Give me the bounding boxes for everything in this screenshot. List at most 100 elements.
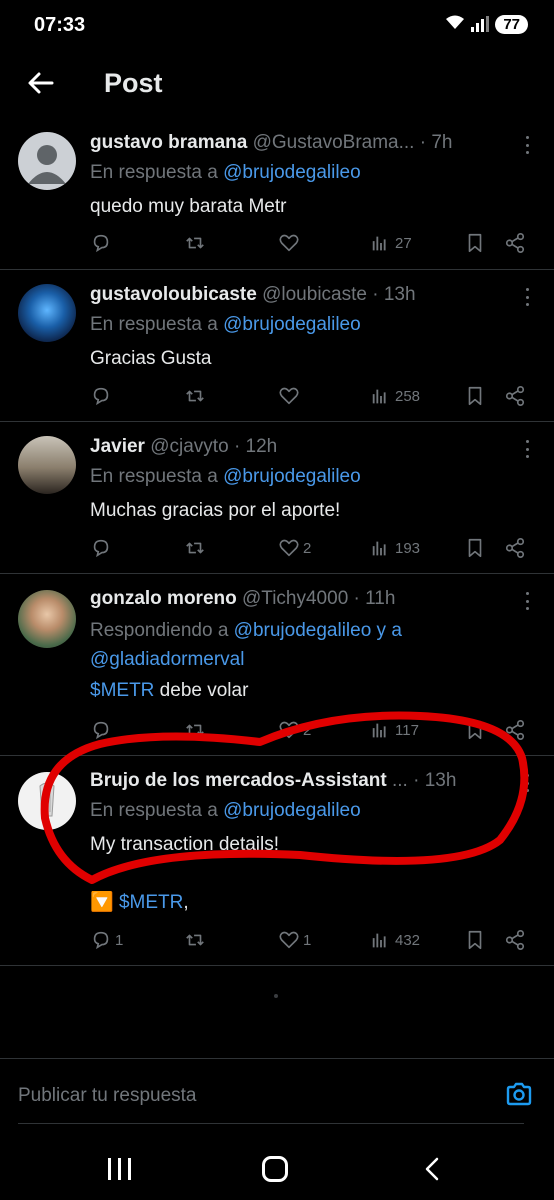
- context-prefix: En respuesta a: [90, 466, 218, 487]
- context-prefix: En respuesta a: [90, 314, 218, 335]
- down-arrow-emoji-icon: 🔽: [90, 892, 114, 913]
- status-bar: 07:33 77: [0, 0, 554, 52]
- context-mention[interactable]: @brujodegalileo y a: [234, 620, 402, 641]
- reply-header: Javier @cjavyto · 12h: [90, 436, 494, 458]
- reply-text: My transaction details!: [90, 834, 280, 855]
- reply-composer: Publicar tu respuesta: [0, 1058, 554, 1124]
- reply-text-line2: 🔽 $METR,: [90, 890, 524, 914]
- reply-actions: 27: [88, 228, 534, 258]
- context-prefix: En respuesta a: [90, 800, 218, 821]
- reply-item[interactable]: Brujo de los mercados-Assistant ... · 13…: [0, 756, 554, 966]
- like-button[interactable]: [278, 381, 303, 411]
- more-options-icon[interactable]: [524, 288, 530, 306]
- more-options-icon[interactable]: [524, 592, 530, 610]
- system-icons: 77: [445, 14, 528, 34]
- reply-actions: 258: [88, 381, 534, 411]
- reply-input[interactable]: Publicar tu respuesta: [18, 1085, 197, 1107]
- author-name[interactable]: gustavoloubicaste: [90, 284, 257, 305]
- author-handle[interactable]: ...: [392, 770, 408, 791]
- avatar[interactable]: [18, 284, 76, 342]
- context-mention[interactable]: @brujodegalileo: [223, 162, 361, 183]
- views-button[interactable]: 258: [370, 381, 420, 411]
- share-button[interactable]: [504, 925, 526, 955]
- more-options-icon[interactable]: [524, 136, 530, 154]
- cashtag-link[interactable]: $METR: [90, 680, 154, 701]
- reply-item[interactable]: gonzalo moreno @Tichy4000 · 11h Respondi…: [0, 574, 554, 756]
- home-icon[interactable]: [262, 1156, 288, 1182]
- author-handle[interactable]: @Tichy4000: [242, 588, 348, 609]
- bookmark-button[interactable]: [464, 925, 486, 955]
- reply-button[interactable]: [90, 715, 115, 745]
- reply-context: En respuesta a @brujodegalileo: [90, 796, 524, 825]
- reply-button[interactable]: [90, 533, 115, 563]
- battery-indicator: 77: [495, 14, 528, 34]
- reply-header: Brujo de los mercados-Assistant ... · 13…: [90, 770, 494, 792]
- like-button[interactable]: 2: [278, 533, 311, 563]
- like-button[interactable]: 2: [278, 715, 311, 745]
- retweet-button[interactable]: [184, 925, 209, 955]
- nav-back-icon[interactable]: [420, 1156, 446, 1182]
- author-name[interactable]: gustavo bramana: [90, 132, 247, 153]
- page-title: Post: [104, 68, 163, 98]
- reply-item[interactable]: gustavo bramana @GustavoBrama... · 7h En…: [0, 120, 554, 270]
- reply-header: gustavo bramana @GustavoBrama... · 7h: [90, 132, 494, 154]
- reply-header: gonzalo moreno @Tichy4000 · 11h: [90, 588, 494, 610]
- share-button[interactable]: [504, 228, 526, 258]
- reply-button[interactable]: [90, 381, 115, 411]
- camera-icon[interactable]: [504, 1079, 534, 1109]
- avatar[interactable]: [18, 436, 76, 494]
- post-header: Post: [0, 52, 554, 120]
- share-button[interactable]: [504, 715, 526, 745]
- views-button[interactable]: 117: [370, 715, 419, 745]
- bookmark-button[interactable]: [464, 381, 486, 411]
- avatar[interactable]: [18, 132, 76, 190]
- reply-text: $METR debe volar: [90, 680, 524, 702]
- share-button[interactable]: [504, 381, 526, 411]
- context-mention[interactable]: @brujodegalileo: [223, 466, 361, 487]
- context-prefix: En respuesta a: [90, 162, 218, 183]
- views-button[interactable]: 432: [370, 925, 420, 955]
- system-nav-bar: [0, 1140, 554, 1200]
- more-options-icon[interactable]: [524, 440, 530, 458]
- share-button[interactable]: [504, 533, 526, 563]
- avatar[interactable]: [18, 772, 76, 830]
- reply-text-line2-rest: ,: [183, 892, 189, 913]
- bookmark-button[interactable]: [464, 533, 486, 563]
- retweet-button[interactable]: [184, 228, 209, 258]
- author-handle[interactable]: @GustavoBrama...: [253, 132, 415, 153]
- author-handle[interactable]: @cjavyto: [150, 436, 228, 457]
- context-mention-2[interactable]: @gladiadormerval: [90, 649, 244, 670]
- author-name[interactable]: Javier: [90, 436, 145, 457]
- reply-actions: 1 1 432: [88, 925, 534, 955]
- views-button[interactable]: 27: [370, 228, 412, 258]
- reply-actions: 2 117: [88, 715, 534, 745]
- like-button[interactable]: [278, 228, 303, 258]
- context-mention[interactable]: @brujodegalileo: [223, 314, 361, 335]
- reply-item[interactable]: Javier @cjavyto · 12h En respuesta a @br…: [0, 422, 554, 574]
- back-arrow-icon[interactable]: [24, 66, 58, 100]
- reply-actions: 2 193: [88, 533, 534, 563]
- context-mention[interactable]: @brujodegalileo: [223, 800, 361, 821]
- cashtag-link[interactable]: $METR: [119, 892, 183, 913]
- retweet-button[interactable]: [184, 533, 209, 563]
- avatar[interactable]: [18, 590, 76, 648]
- reply-item[interactable]: gustavoloubicaste @loubicaste · 13h En r…: [0, 270, 554, 422]
- views-button[interactable]: 193: [370, 533, 420, 563]
- bookmark-button[interactable]: [464, 228, 486, 258]
- more-options-icon[interactable]: [524, 774, 530, 792]
- author-name[interactable]: gonzalo moreno: [90, 588, 237, 609]
- recent-apps-icon[interactable]: [108, 1158, 131, 1180]
- signal-icon: [471, 16, 490, 32]
- author-handle[interactable]: @loubicaste: [262, 284, 367, 305]
- bookmark-button[interactable]: [464, 715, 486, 745]
- reply-time: · 7h: [419, 132, 453, 153]
- like-button[interactable]: 1: [278, 925, 311, 955]
- reply-button[interactable]: 1: [90, 925, 123, 955]
- author-name[interactable]: Brujo de los mercados-Assistant: [90, 770, 387, 791]
- reply-header: gustavoloubicaste @loubicaste · 13h: [90, 284, 494, 306]
- reply-button[interactable]: [90, 228, 115, 258]
- reply-text: quedo muy barata Metr: [90, 196, 287, 217]
- composer-divider: [18, 1123, 524, 1124]
- retweet-button[interactable]: [184, 715, 209, 745]
- retweet-button[interactable]: [184, 381, 209, 411]
